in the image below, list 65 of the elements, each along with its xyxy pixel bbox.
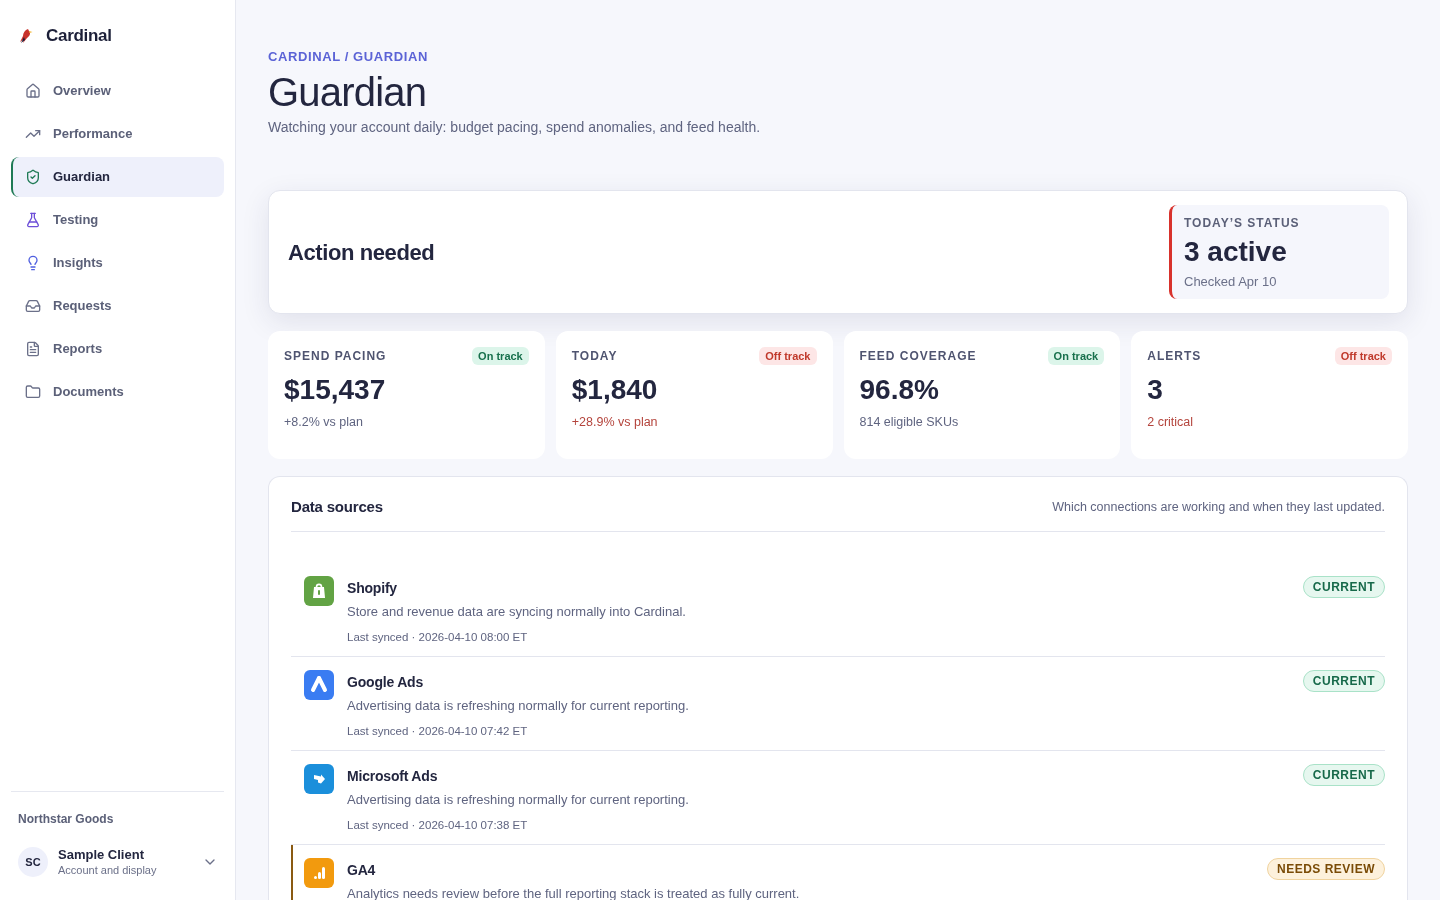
source-name: GA4 bbox=[347, 861, 376, 880]
last-synced: Last synced · 2026-04-10 08:00 ET bbox=[347, 630, 529, 645]
source-status-badge: NEEDS REVIEW bbox=[1267, 858, 1385, 880]
source-name: Google Ads bbox=[347, 673, 424, 692]
metric-note: 2 critical bbox=[1147, 414, 1195, 431]
metric-value: 3 bbox=[1147, 373, 1164, 407]
source-description: Store and revenue data are syncing normally into Cardinal. bbox=[347, 603, 687, 621]
source-description: Advertising data is refreshing normally for current reporting. bbox=[347, 791, 690, 809]
page-title: Guardian bbox=[268, 69, 428, 116]
source-status-badge: CURRENT bbox=[1302, 670, 1385, 692]
document-icon bbox=[25, 341, 41, 357]
metric-label: FEED COVERAGE bbox=[859, 348, 977, 364]
home-icon bbox=[25, 83, 41, 99]
nav-item[interactable]: Insights bbox=[11, 243, 224, 283]
metric-value: $1,840 bbox=[571, 373, 659, 407]
source-status-badge: CURRENT bbox=[1302, 764, 1385, 786]
nav-item[interactable]: Requests bbox=[11, 286, 224, 326]
bird-logo-icon bbox=[19, 28, 33, 44]
last-synced: Last synced · 2026-04-10 07:38 ET bbox=[347, 818, 529, 833]
nav-item[interactable]: Guardian bbox=[11, 157, 224, 197]
status-badge: Off track bbox=[1334, 347, 1392, 365]
source-name: Shopify bbox=[347, 579, 397, 598]
metric-note: 814 eligible SKUs bbox=[859, 414, 960, 431]
shopping-bag-logo-icon bbox=[304, 576, 334, 606]
metric-label: TODAY bbox=[571, 348, 618, 364]
metric-note: +28.9% vs plan bbox=[571, 414, 659, 431]
folder-icon bbox=[25, 384, 41, 400]
flask-icon bbox=[25, 212, 41, 228]
brand-name: Cardinal bbox=[46, 25, 112, 48]
nav-item[interactable]: Testing bbox=[11, 200, 224, 240]
lightbulb-icon bbox=[25, 255, 41, 271]
metric-label: SPEND PACING bbox=[284, 348, 387, 364]
status-badge: On track bbox=[472, 347, 529, 365]
metric-note: +8.2% vs plan bbox=[284, 414, 364, 431]
metric-value: 96.8% bbox=[859, 373, 940, 407]
page-subtitle: Watching your account daily: budget pacing, spend anomalies, and feed health. bbox=[268, 118, 762, 137]
account-subtitle: Account and display bbox=[58, 863, 158, 877]
nav-item[interactable]: Performance bbox=[11, 114, 224, 154]
status-badge: On track bbox=[1047, 347, 1105, 365]
shield-check-icon bbox=[25, 169, 41, 185]
status-checked: Checked Apr 10 bbox=[1184, 273, 1278, 291]
arrow-logo-icon bbox=[304, 764, 334, 794]
source-description: Advertising data is refreshing normally for current reporting. bbox=[347, 697, 690, 715]
bar-chart-logo-icon bbox=[304, 858, 334, 888]
panel-caption: Which connections are working and when they last updated. bbox=[1052, 498, 1385, 516]
workspace-name: Northstar Goods bbox=[17, 811, 115, 827]
metric-label: ALERTS bbox=[1147, 348, 1202, 364]
nav-item[interactable]: Overview bbox=[11, 71, 224, 111]
source-description: Analytics needs review before the full reporting stack is treated as fully current. bbox=[347, 885, 801, 900]
avatar: SC bbox=[18, 847, 48, 877]
source-name: Microsoft Ads bbox=[347, 767, 438, 786]
nav-item[interactable]: Reports bbox=[11, 329, 224, 369]
account-name: Sample Client bbox=[58, 847, 145, 863]
action-title: Action needed bbox=[288, 238, 435, 267]
nav-item[interactable]: Documents bbox=[11, 372, 224, 412]
peak-logo-icon bbox=[304, 670, 334, 700]
breadcrumb: CARDINAL / GUARDIAN bbox=[268, 48, 429, 66]
status-value: 3 active bbox=[1184, 235, 1288, 269]
source-status-badge: CURRENT bbox=[1302, 576, 1385, 598]
inbox-icon bbox=[25, 298, 41, 314]
metric-value: $15,437 bbox=[284, 373, 387, 407]
last-synced: Last synced · 2026-04-10 07:42 ET bbox=[347, 724, 529, 739]
panel-title: Data sources bbox=[291, 496, 383, 517]
status-label: TODAY’S STATUS bbox=[1184, 215, 1301, 231]
status-badge: Off track bbox=[759, 347, 817, 365]
